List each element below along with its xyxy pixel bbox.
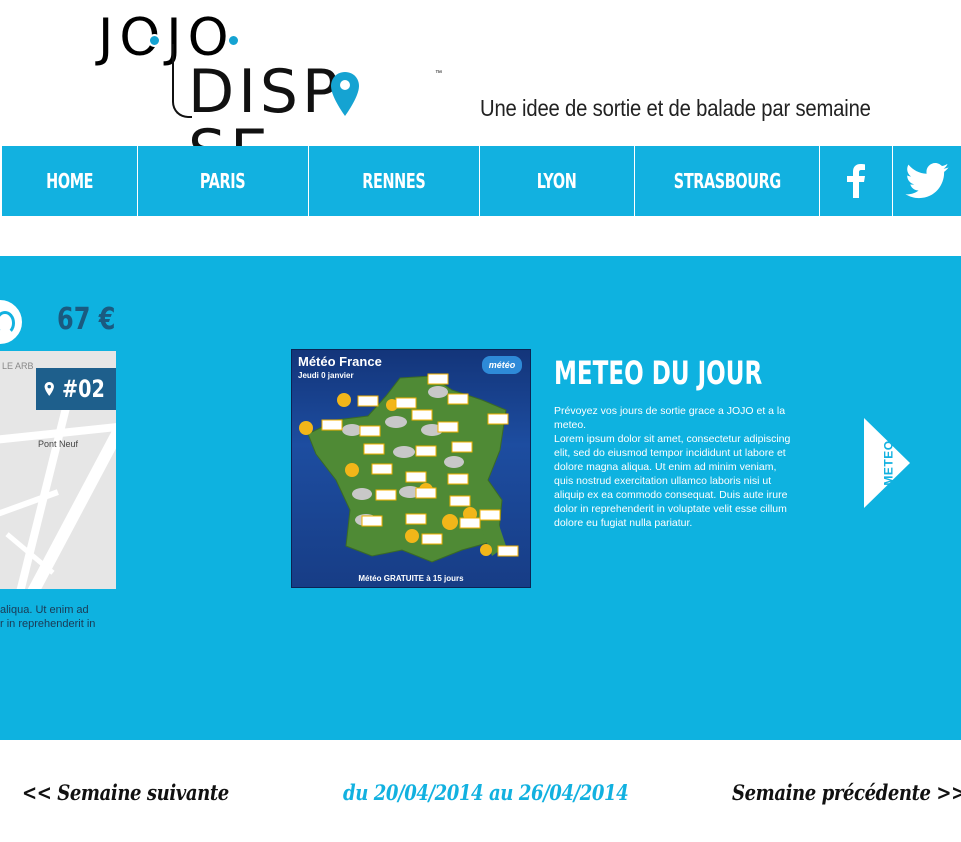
weather-map-image[interactable]: Météo France Jeudi 0 janvier météo Météo… — [291, 349, 531, 588]
map-label: LE ARB — [2, 361, 34, 371]
nav-item-home[interactable]: HOME — [2, 146, 138, 216]
slide-title: METEO DU JOUR — [554, 354, 763, 392]
slider-band: 67 € LE ARB Pont Neuf #02 aliqua. Ut eni… — [0, 256, 961, 740]
twitter-link[interactable] — [893, 146, 961, 216]
next-slide-arrow[interactable]: METEO — [864, 418, 910, 508]
site-logo[interactable]: JOJO DISPSE ™ — [98, 8, 450, 182]
location-pin-icon — [331, 72, 359, 116]
next-week-link[interactable]: Semaine précédente >> — [732, 780, 961, 805]
weather-map-footer: Météo GRATUITE à 15 jours — [358, 574, 464, 583]
facebook-link[interactable] — [820, 146, 893, 216]
text-line: aliqua. Ut enim ad — [0, 604, 89, 616]
location-map[interactable]: LE ARB Pont Neuf #02 — [0, 351, 116, 589]
map-road — [0, 489, 59, 519]
map-label: Pont Neuf — [38, 439, 79, 449]
logo-eye — [227, 34, 240, 47]
previous-week-link[interactable]: << Semaine suivante — [22, 780, 229, 805]
previous-slide-text: aliqua. Ut enim ad r in reprehenderit in — [0, 603, 116, 631]
slide-paragraph: Prévoyez vos jours de sortie grace a JOJ… — [554, 405, 786, 431]
next-slide-label: METEO — [881, 440, 896, 486]
text-line: r in reprehenderit in — [0, 618, 96, 630]
nav-item-lyon[interactable]: LYON — [480, 146, 635, 216]
trademark: ™ — [435, 70, 442, 77]
slide-description: Prévoyez vos jours de sortie grace a JOJ… — [554, 404, 794, 530]
site-tagline: Une idee de sortie et de balade par sema… — [480, 95, 871, 121]
nav-item-rennes[interactable]: RENNES — [309, 146, 480, 216]
nav-item-strasbourg[interactable]: STRASBOURG — [635, 146, 820, 216]
slide-paragraph: Lorem ipsum dolor sit amet, consectetur … — [554, 433, 791, 529]
twitter-icon — [905, 163, 949, 199]
facebook-icon — [847, 164, 865, 198]
price-label: 67 € — [57, 302, 116, 337]
map-tag-number: #02 — [62, 375, 106, 403]
france-map-icon — [299, 373, 519, 563]
location-pin-icon — [44, 382, 54, 396]
logo-eye — [148, 34, 161, 47]
map-number-tag: #02 — [36, 368, 116, 410]
week-date-range: du 20/04/2014 au 26/04/2014 — [343, 780, 629, 805]
nav-item-paris[interactable]: PARIS — [138, 146, 309, 216]
main-nav: HOME PARIS RENNES LYON STRASBOURG — [2, 146, 961, 216]
price-badge-icon — [0, 300, 22, 344]
